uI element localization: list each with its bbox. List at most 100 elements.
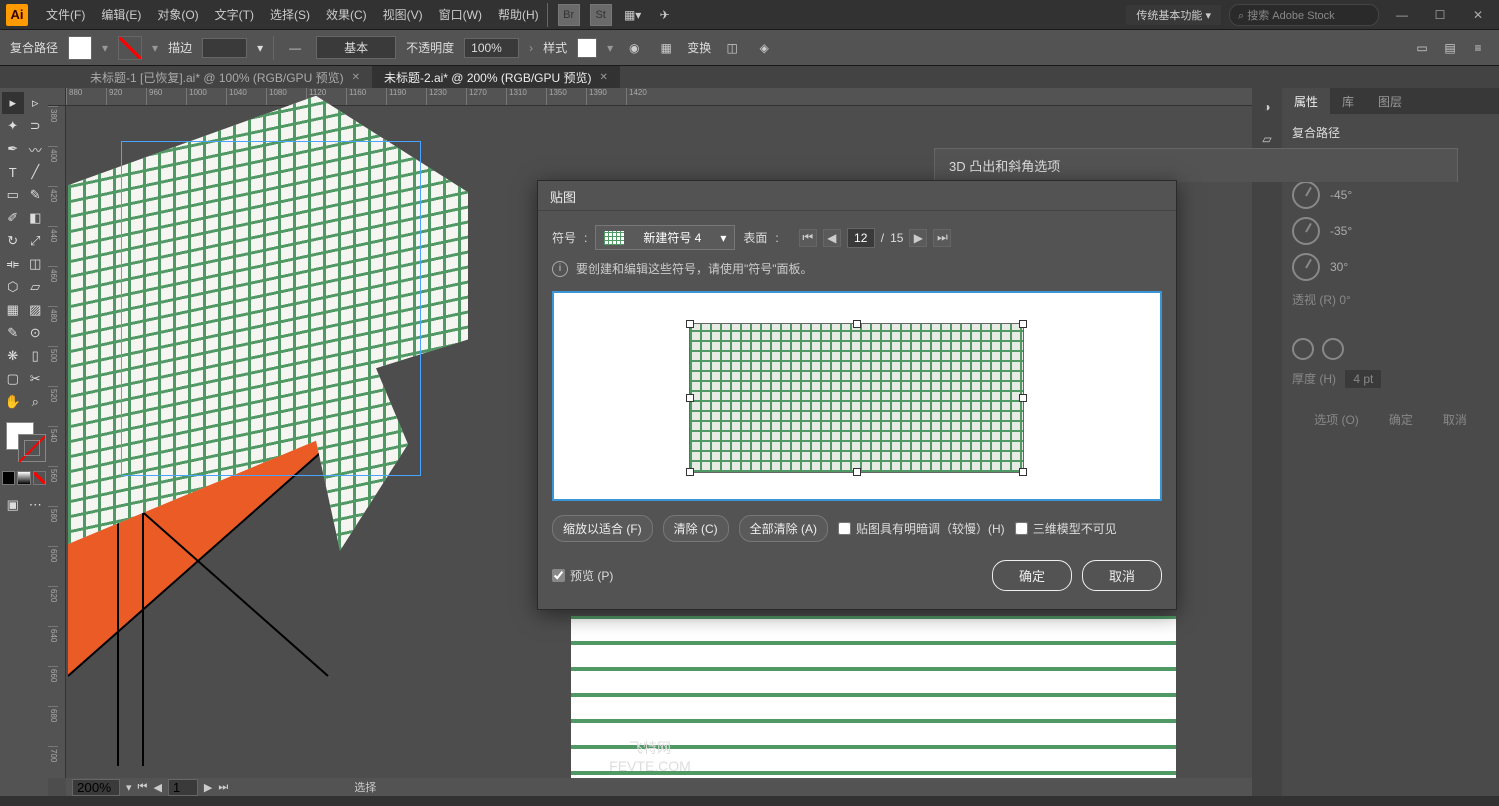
ruler-vertical[interactable]: 3804004204404604805005205405605806006206… — [48, 106, 66, 778]
opacity-input[interactable] — [464, 38, 519, 58]
nav-prev-icon[interactable]: ◀ — [153, 781, 161, 794]
dialog-title[interactable]: 贴图 — [538, 181, 1176, 211]
preview-checkbox[interactable]: 预览 (P) — [552, 567, 613, 584]
shade-checkbox[interactable]: 贴图具有明暗调（较慢）(H) — [838, 520, 1005, 537]
menu-effect[interactable]: 效果(C) — [318, 6, 375, 23]
cancel-button[interactable]: 取消 — [1433, 407, 1477, 432]
graph-tool[interactable]: ▯ — [25, 345, 47, 367]
surface-last-button[interactable]: ⏭ — [933, 229, 951, 247]
rotate-x-dial[interactable] — [1292, 181, 1320, 209]
rectangle-tool[interactable]: ▭ — [2, 184, 24, 206]
shape-icon[interactable]: ◫ — [721, 37, 743, 59]
fill-swatch[interactable] — [68, 36, 92, 60]
ruler-origin[interactable] — [48, 88, 66, 106]
zoom-input[interactable] — [72, 779, 120, 796]
screen-mode-tool[interactable]: ▣ — [2, 494, 24, 516]
slice-tool[interactable]: ✂ — [25, 368, 47, 390]
line-tool[interactable]: ╱ — [25, 161, 47, 183]
surface-next-button[interactable]: ▶ — [909, 229, 927, 247]
selection-tool[interactable]: ▸ — [2, 92, 24, 114]
ok-button[interactable]: 确定 — [1379, 407, 1423, 432]
menu-select[interactable]: 选择(S) — [262, 6, 318, 23]
mapped-symbol[interactable] — [689, 323, 1024, 473]
cap-icon[interactable] — [1292, 338, 1314, 360]
cancel-button[interactable]: 取消 — [1082, 560, 1162, 591]
panel-tab-libraries[interactable]: 库 — [1330, 88, 1366, 114]
fill-stroke-indicator[interactable] — [2, 420, 46, 462]
menu-help[interactable]: 帮助(H) — [490, 6, 547, 23]
ruler-horizontal[interactable]: 8809209601000104010801120116011901230127… — [66, 88, 1252, 106]
magic-wand-tool[interactable]: ✦ — [2, 115, 24, 137]
nav-last-icon[interactable]: ⏭ — [218, 781, 228, 794]
edit-toolbar[interactable]: ⋯ — [25, 494, 47, 516]
lasso-tool[interactable]: ⊃ — [25, 115, 47, 137]
surface-first-button[interactable]: ⏮ — [799, 229, 817, 247]
style-select[interactable]: 基本 — [316, 36, 396, 59]
type-tool[interactable]: T — [2, 161, 24, 183]
menu-edit[interactable]: 编辑(E) — [93, 6, 149, 23]
shaper-tool[interactable]: ✐ — [2, 207, 24, 229]
menu-object[interactable]: 对象(O) — [149, 6, 206, 23]
workspace-switcher[interactable]: 传统基本功能 ▾ — [1126, 5, 1221, 25]
map-preview[interactable] — [552, 291, 1162, 501]
menu-file[interactable]: 文件(F) — [38, 6, 93, 23]
scale-tool[interactable]: ⤢ — [25, 230, 47, 252]
hand-tool[interactable]: ✋ — [2, 391, 24, 413]
rotate-z-dial[interactable] — [1292, 253, 1320, 281]
gpu-icon[interactable]: ✈ — [654, 4, 676, 26]
pen-tool[interactable]: ✒ — [2, 138, 24, 160]
nav-next-icon[interactable]: ▶ — [204, 781, 212, 794]
maximize-icon[interactable]: ☐ — [1425, 5, 1455, 25]
mesh-tool[interactable]: ▦ — [2, 299, 24, 321]
symbol-select[interactable]: 新建符号 4 ▾ — [595, 225, 735, 250]
surface-prev-button[interactable]: ◀ — [823, 229, 841, 247]
ok-button[interactable]: 确定 — [992, 560, 1072, 591]
artboard-nav-input[interactable] — [168, 779, 198, 796]
clear-all-button[interactable]: 全部清除 (A) — [739, 515, 828, 542]
nav-first-icon[interactable]: ⏮ — [138, 781, 148, 794]
panel-tab-layers[interactable]: 图层 — [1366, 88, 1414, 114]
gradient-tool[interactable]: ▨ — [25, 299, 47, 321]
search-input[interactable]: ⌕ 搜索 Adobe Stock — [1229, 4, 1379, 26]
align-icon[interactable]: ▦ — [655, 37, 677, 59]
color-mode-fill[interactable] — [2, 471, 15, 485]
artboard-tool[interactable]: ▢ — [2, 368, 24, 390]
eyedropper-tool[interactable]: ✎ — [2, 322, 24, 344]
bridge-icon[interactable]: Br — [558, 4, 580, 26]
invisible-geometry-checkbox[interactable]: 三维模型不可见 — [1015, 520, 1117, 537]
stock-icon[interactable]: St — [590, 4, 612, 26]
menu-type[interactable]: 文字(T) — [207, 6, 262, 23]
panel-toggle-icon[interactable]: ▭ — [1411, 37, 1433, 59]
panel-menu-icon[interactable]: ▤ — [1439, 37, 1461, 59]
free-transform-tool[interactable]: ◫ — [25, 253, 47, 275]
color-mode-gradient[interactable] — [17, 471, 30, 485]
panel-options-icon[interactable]: ≡ — [1467, 37, 1489, 59]
document-tab-active[interactable]: 未标题-2.ai* @ 200% (RGB/GPU 预览)✕ — [372, 66, 620, 89]
close-tab-icon[interactable]: ✕ — [352, 72, 360, 83]
cap-icon-2[interactable] — [1322, 338, 1344, 360]
recolor-icon[interactable]: ◉ — [623, 37, 645, 59]
options-button[interactable]: 选项 (O) — [1304, 407, 1369, 432]
scale-to-fit-button[interactable]: 缩放以适合 (F) — [552, 515, 653, 542]
minimize-icon[interactable]: — — [1387, 5, 1417, 25]
color-mode-none[interactable] — [33, 471, 46, 485]
rotate-y-dial[interactable] — [1292, 217, 1320, 245]
surface-current[interactable]: 12 — [847, 228, 875, 248]
isolate-icon[interactable]: ◈ — [753, 37, 775, 59]
close-tab-icon[interactable]: ✕ — [600, 72, 608, 83]
perspective-tool[interactable]: ▱ — [25, 276, 47, 298]
menu-window[interactable]: 窗口(W) — [431, 6, 490, 23]
panel-tab-properties[interactable]: 属性 — [1282, 88, 1330, 114]
close-icon[interactable]: ✕ — [1463, 5, 1493, 25]
paintbrush-tool[interactable]: ✎ — [25, 184, 47, 206]
stroke-swatch[interactable] — [118, 36, 142, 60]
symbol-sprayer-tool[interactable]: ❋ — [2, 345, 24, 367]
curvature-tool[interactable]: 〰 — [25, 138, 47, 160]
blend-tool[interactable]: ⊙ — [25, 322, 47, 344]
eraser-tool[interactable]: ◧ — [25, 207, 47, 229]
dialog-3d-extrude-titlebar[interactable]: 3D 凸出和斜角选项 — [934, 148, 1458, 182]
clear-button[interactable]: 清除 (C) — [663, 515, 729, 542]
direct-selection-tool[interactable]: ▹ — [25, 92, 47, 114]
zoom-tool[interactable]: ⌕ — [25, 391, 47, 413]
swatches-panel-icon[interactable]: ▱ — [1256, 128, 1278, 150]
